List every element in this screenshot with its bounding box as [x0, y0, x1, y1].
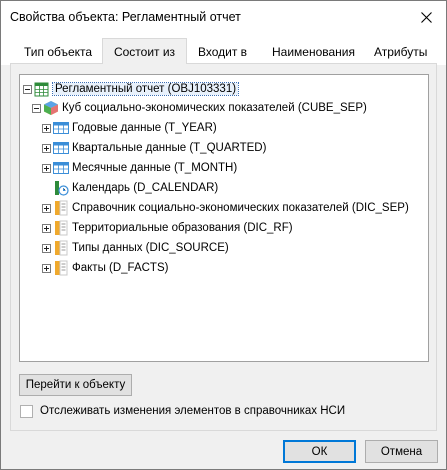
tree-node-label: Месячные данные (T_MONTH): [72, 162, 238, 174]
table-icon: [53, 142, 69, 154]
tab-divider: [10, 63, 437, 64]
tab-consists-of[interactable]: Состоит из: [102, 38, 187, 64]
tree-node-dictionary[interactable]: Территориальные образования (DIC_RF): [42, 219, 293, 237]
goto-object-button[interactable]: Перейти к объекту: [19, 374, 132, 396]
tree-node-dictionary[interactable]: Типы данных (DIC_SOURCE): [42, 239, 229, 257]
tree-node-label: Годовые данные (T_YEAR): [72, 122, 217, 134]
cancel-button[interactable]: Отмена: [365, 440, 438, 463]
tree-node-label: Типы данных (DIC_SOURCE): [72, 242, 229, 254]
title-bar: Свойства объекта: Регламентный отчет: [1, 1, 446, 32]
track-changes-label: Отслеживать изменения элементов в справо…: [40, 405, 346, 417]
expand-icon[interactable]: [42, 163, 51, 173]
collapse-icon[interactable]: [32, 103, 41, 113]
tree-node-dictionary[interactable]: Факты (D_FACTS): [42, 259, 168, 277]
ok-button[interactable]: ОК: [283, 440, 356, 463]
tree-node-label: Квартальные данные (T_QUARTED): [72, 142, 267, 154]
dictionary-icon: [55, 200, 68, 216]
table-icon: [53, 162, 69, 174]
track-changes-checkbox[interactable]: [20, 405, 33, 418]
report-icon: [34, 82, 49, 97]
tree-node-report[interactable]: Регламентный отчет (OBJ103331): [23, 80, 240, 98]
tree-node-label: Факты (D_FACTS): [72, 262, 169, 274]
tree-node-calendar[interactable]: Календарь (D_CALENDAR): [53, 179, 218, 197]
dictionary-icon: [55, 260, 68, 276]
tree-node-dictionary[interactable]: Справочник социально-экономических показ…: [42, 199, 409, 217]
tab-included-in[interactable]: Входит в: [198, 45, 247, 59]
tab-object-type[interactable]: Тип объекта: [24, 45, 92, 59]
tree-node-label: Справочник социально-экономических показ…: [72, 202, 409, 214]
expand-icon[interactable]: [42, 223, 51, 233]
dictionary-icon: [55, 240, 68, 256]
expand-icon[interactable]: [42, 243, 51, 253]
tree-node-label: Календарь (D_CALENDAR): [72, 182, 219, 194]
tree-node-label: Территориальные образования (DIC_RF): [72, 222, 293, 234]
window-title: Свойства объекта: Регламентный отчет: [10, 10, 241, 24]
tree-node-cube[interactable]: Куб социально-экономических показателей …: [32, 99, 367, 117]
dictionary-icon: [55, 220, 68, 236]
close-button[interactable]: [413, 5, 439, 29]
table-icon: [53, 122, 69, 134]
expand-icon[interactable]: [42, 123, 51, 133]
cube-icon: [44, 101, 58, 115]
tab-attributes[interactable]: Атрибуты: [374, 45, 427, 59]
expand-icon[interactable]: [42, 143, 51, 153]
tab-names[interactable]: Наименования: [272, 45, 355, 59]
tree-node-table[interactable]: Месячные данные (T_MONTH): [42, 159, 237, 177]
calendar-dictionary-icon: [55, 181, 69, 196]
tree-node-table[interactable]: Квартальные данные (T_QUARTED): [42, 139, 266, 157]
tree-node-table[interactable]: Годовые данные (T_YEAR): [42, 119, 217, 137]
structure-tree[interactable]: Регламентный отчет (OBJ103331) Куб социа…: [19, 74, 429, 362]
expand-icon[interactable]: [42, 263, 51, 273]
tree-node-label: Регламентный отчет (OBJ103331): [51, 82, 240, 96]
tree-node-label: Куб социально-экономических показателей …: [62, 102, 367, 114]
collapse-icon[interactable]: [23, 84, 32, 94]
close-icon: [420, 11, 432, 23]
expand-icon[interactable]: [42, 203, 51, 213]
